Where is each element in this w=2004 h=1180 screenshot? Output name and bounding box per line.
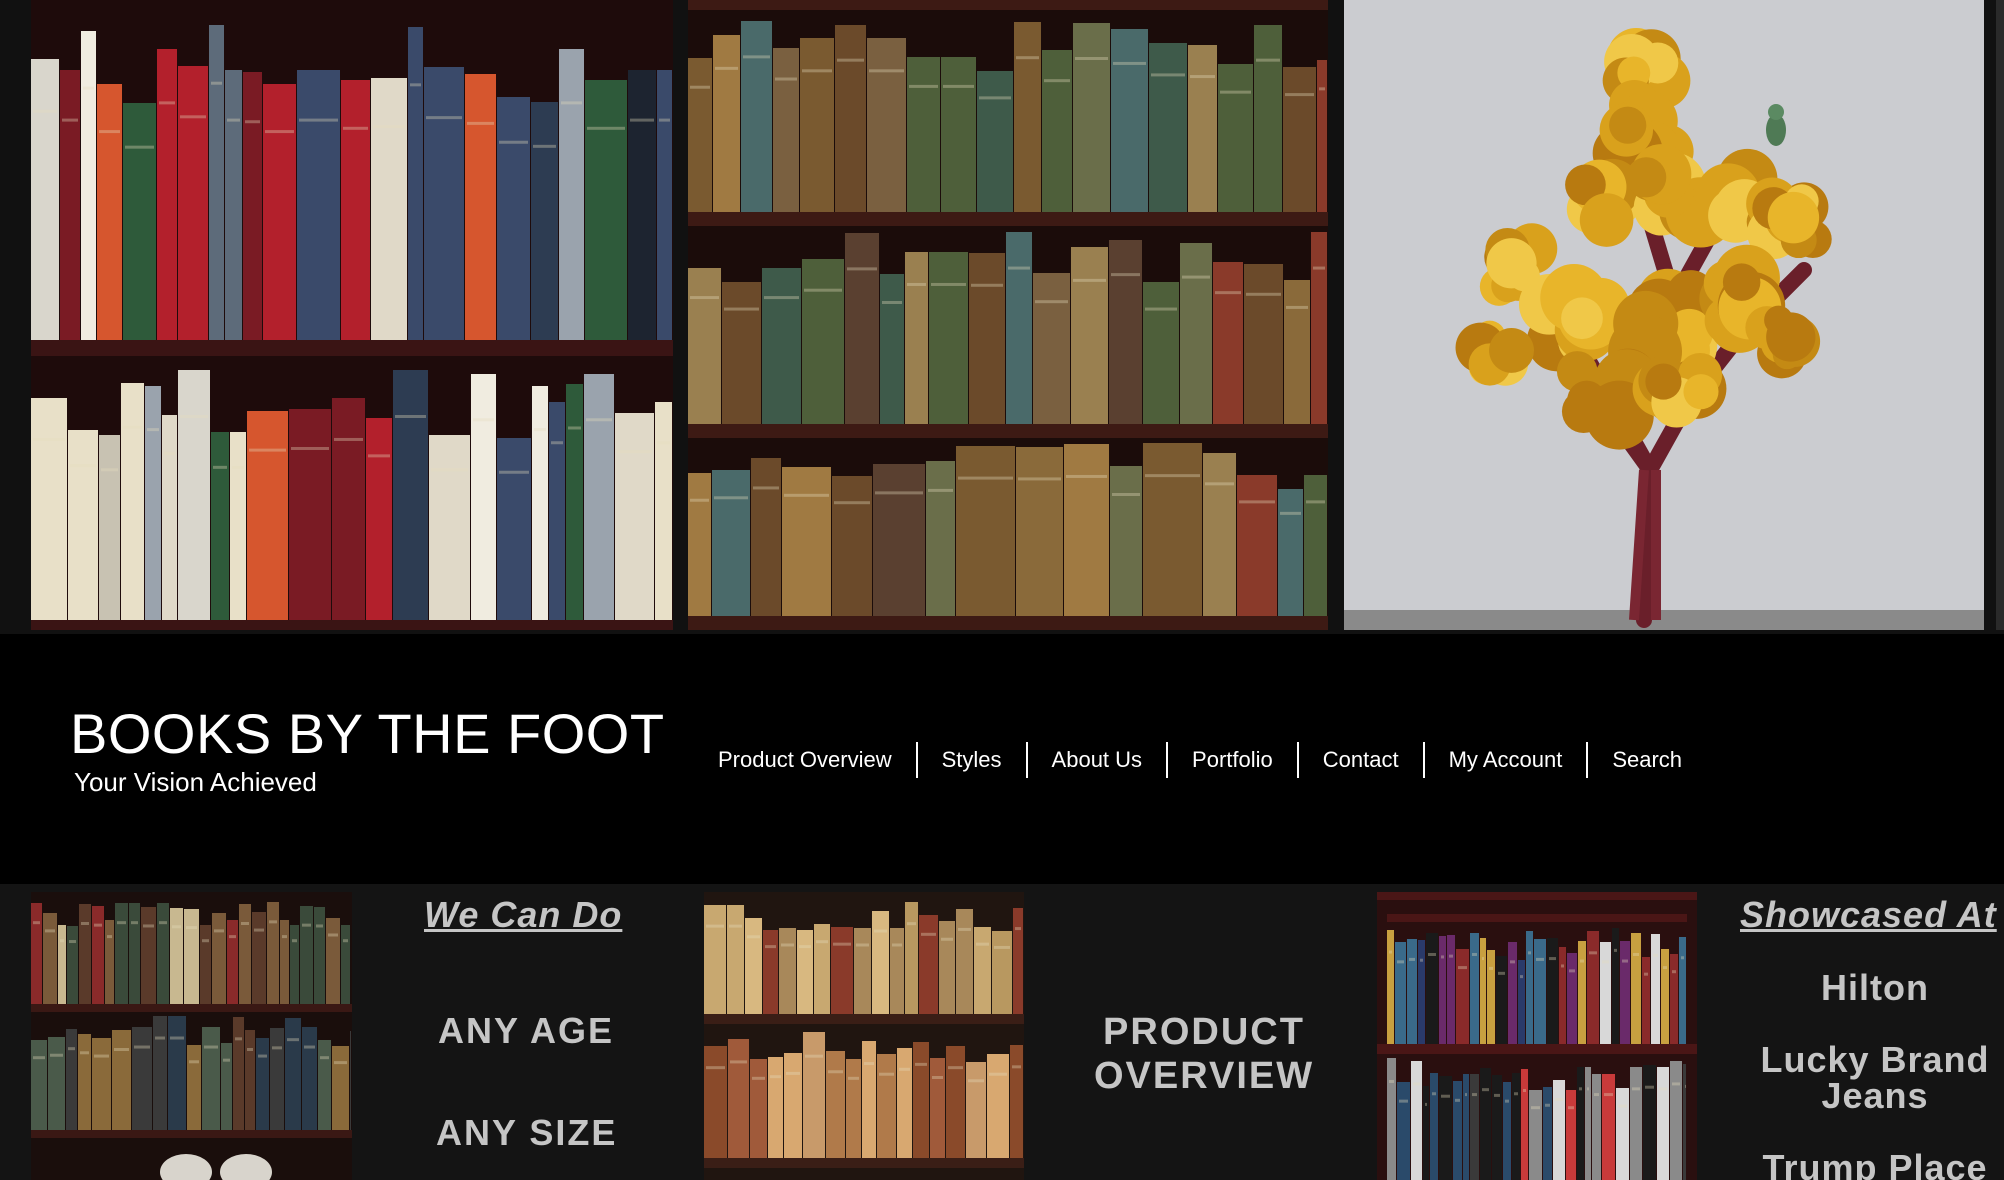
any-size-label[interactable]: ANY SIZE — [436, 1112, 617, 1154]
client-hilton[interactable]: Hilton — [1740, 970, 2004, 1006]
any-age-label[interactable]: ANY AGE — [438, 1010, 614, 1052]
leather-books-illustration — [31, 892, 352, 1180]
hero-banner — [0, 0, 2004, 634]
client-trump-place[interactable]: Trump Place — [1740, 1150, 2004, 1180]
bookshelf-illustration — [31, 0, 673, 630]
site-tagline: Your Vision Achieved — [74, 767, 317, 797]
hero-image-modern-books[interactable] — [31, 0, 673, 630]
site-header: BOOKS BY THE FOOT Your Vision Achieved P… — [0, 634, 2004, 884]
product-overview-label[interactable]: PRODUCT OVERVIEW — [1094, 1010, 1314, 1098]
nav-styles[interactable]: Styles — [915, 742, 1026, 778]
product-overview-line2: OVERVIEW — [1094, 1055, 1315, 1097]
antique-bookshelf-illustration — [688, 0, 1328, 630]
tile-image-law-books[interactable] — [704, 892, 1024, 1180]
tree-sculpture-illustration — [1344, 0, 1984, 630]
tile-image-paperback-books[interactable] — [1377, 892, 1697, 1180]
product-overview-line1: PRODUCT — [1103, 1011, 1305, 1053]
nav-contact[interactable]: Contact — [1296, 742, 1423, 778]
feature-tiles: We Can Do ANY AGE ANY SIZE PRODUCT OVERV… — [0, 884, 2004, 1180]
nav-portfolio[interactable]: Portfolio — [1166, 742, 1297, 778]
nav-product-overview[interactable]: Product Overview — [700, 742, 916, 778]
hero-image-partial — [1996, 0, 2004, 630]
hero-image-antique-books[interactable] — [688, 0, 1328, 630]
paperback-books-illustration — [1377, 892, 1697, 1180]
client-lucky-brand-jeans[interactable]: Lucky Brand Jeans — [1740, 1042, 2004, 1114]
nav-about-us[interactable]: About Us — [1025, 742, 1167, 778]
main-nav: Product Overview Styles About Us Portfol… — [700, 742, 1706, 778]
we-can-do-heading[interactable]: We Can Do — [424, 894, 622, 936]
tile-image-leather-books[interactable] — [31, 892, 352, 1180]
hero-image-tree-sculpture[interactable] — [1344, 0, 1984, 630]
law-books-illustration — [704, 892, 1024, 1180]
site-logo-title[interactable]: BOOKS BY THE FOOT — [70, 706, 665, 762]
showcased-at-heading[interactable]: Showcased At — [1740, 894, 1997, 936]
nav-search[interactable]: Search — [1586, 742, 1706, 778]
nav-my-account[interactable]: My Account — [1422, 742, 1587, 778]
